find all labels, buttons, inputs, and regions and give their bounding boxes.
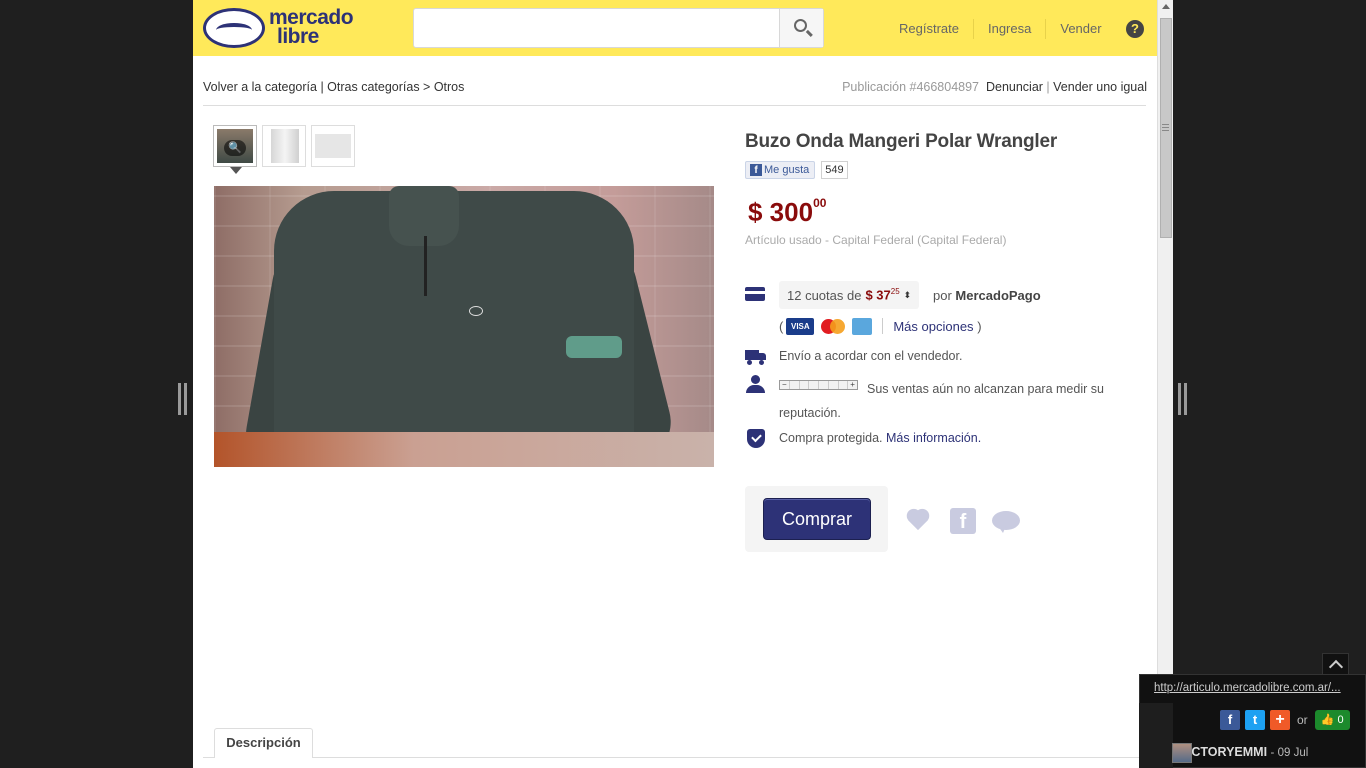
- or-label: or: [1297, 713, 1308, 727]
- search-box: [413, 8, 824, 48]
- credit-card-icon: [745, 287, 767, 305]
- seller-icon: [745, 375, 767, 393]
- publication-info: Publicación #466804897 Denunciar | Vende…: [842, 80, 1147, 94]
- right-panel-handle[interactable]: [1178, 383, 1188, 415]
- page-scrollbar[interactable]: [1157, 0, 1173, 768]
- user-avatar[interactable]: [1172, 743, 1192, 763]
- scrollbar-thumb[interactable]: [1160, 18, 1172, 238]
- por-label: por: [933, 288, 952, 303]
- share-buttons: f t + or 👍 0: [1220, 710, 1350, 730]
- visa-card-icon: VISA: [786, 317, 815, 335]
- facebook-like-button[interactable]: f Me gusta: [745, 161, 816, 179]
- more-info-link[interactable]: Más información.: [886, 431, 981, 445]
- price: $ 30000: [748, 196, 827, 228]
- shared-by-user: HECTORYEMMI - 09 Jul: [1174, 745, 1308, 759]
- breadcrumb-separator: |: [316, 80, 328, 94]
- favorite-heart-icon[interactable]: [908, 508, 936, 534]
- photo-zip: [424, 236, 427, 296]
- facebook-like-widget: f Me gusta 549: [745, 161, 848, 179]
- mastercard-icon: [819, 317, 848, 335]
- twitter-share-button[interactable]: t: [1245, 710, 1265, 730]
- price-cents: 00: [813, 196, 827, 211]
- item-condition-location: Artículo usado - Capital Federal (Capita…: [745, 233, 1007, 247]
- scroll-to-top-button[interactable]: [1322, 653, 1349, 675]
- tabs-divider: [203, 757, 1146, 758]
- like-count: 549: [821, 161, 848, 179]
- breadcrumb-separator: >: [419, 80, 434, 94]
- search-icon: [794, 19, 807, 32]
- login-link[interactable]: Ingresa: [974, 19, 1047, 39]
- search-button[interactable]: [779, 9, 823, 47]
- zoom-icon: 🔍: [224, 140, 246, 156]
- payment-provider: por MercadoPago: [933, 288, 1041, 303]
- installments-label: 12 cuotas de: [787, 287, 862, 303]
- logo-wordmark: mercado libre: [269, 7, 369, 48]
- buy-box: Comprar: [745, 486, 888, 552]
- gallery-thumbnail-1[interactable]: 🔍: [213, 125, 257, 174]
- left-panel-handle[interactable]: [178, 383, 188, 415]
- site-header: mercado libre Regístrate Ingresa Vender …: [193, 0, 1157, 56]
- seller-reputation-text: Sus ventas aún no alcanzan para medir su…: [779, 382, 1104, 420]
- back-to-category-link[interactable]: Volver a la categoría: [203, 80, 317, 94]
- register-link[interactable]: Regístrate: [885, 19, 974, 39]
- main-product-photo[interactable]: [214, 186, 714, 467]
- sort-arrows-icon: ⬍: [903, 289, 912, 300]
- facebook-icon: f: [750, 164, 762, 176]
- paren-open: (: [779, 318, 784, 334]
- photo-cuff: [566, 336, 622, 358]
- search-input[interactable]: [414, 9, 779, 47]
- truck-icon: [745, 348, 767, 366]
- product-title: Buzo Onda Mangeri Polar Wrangler: [745, 131, 1058, 152]
- shared-url-link[interactable]: http://articulo.mercadolibre.com.ar/...: [1154, 682, 1359, 694]
- buyer-protection: Compra protegida. Más información.: [779, 431, 981, 445]
- installments-selector[interactable]: 12 cuotas de $ 3725 ⬍: [779, 281, 920, 309]
- scroll-up-arrow-icon[interactable]: [1162, 4, 1170, 9]
- logo-line-2: libre: [277, 25, 319, 48]
- like-label: Me gusta: [764, 164, 810, 176]
- header-divider: [203, 105, 1146, 106]
- scrollbar-grip: [1162, 124, 1169, 125]
- paren-close: ): [977, 318, 982, 334]
- gallery-thumbnail-2[interactable]: [262, 125, 306, 167]
- category-otros-link[interactable]: Otros: [434, 80, 465, 94]
- report-link[interactable]: Denunciar: [986, 80, 1043, 94]
- installment-amount: $ 3725: [865, 287, 900, 303]
- mercadolibre-logo[interactable]: mercado libre: [203, 7, 369, 50]
- sell-same-link[interactable]: Vender uno igual: [1053, 80, 1147, 94]
- divider: [882, 318, 884, 334]
- more-payment-options-link[interactable]: Más opciones: [893, 319, 973, 334]
- photo-floor: [214, 432, 714, 467]
- publication-id: Publicación #466804897: [842, 80, 980, 94]
- like-counter-button[interactable]: 👍 0: [1314, 710, 1350, 730]
- shipping-info: Envío a acordar con el vendedor.: [779, 349, 963, 363]
- buy-button[interactable]: Comprar: [763, 498, 871, 540]
- product-page: mercado libre Regístrate Ingresa Vender …: [193, 0, 1157, 768]
- amex-card-icon: [852, 317, 873, 335]
- sell-link[interactable]: Vender: [1046, 19, 1115, 39]
- more-share-button[interactable]: +: [1270, 710, 1290, 730]
- help-icon[interactable]: ?: [1126, 20, 1144, 38]
- thumbnail-image: [315, 134, 351, 158]
- share-panel-sidebar: [1139, 703, 1173, 768]
- provider-name: MercadoPago: [955, 288, 1041, 303]
- like-counter: 0: [1337, 714, 1344, 726]
- breadcrumb: Volver a la categoría | Otras categorías…: [203, 80, 464, 94]
- price-amount: $ 300: [748, 197, 814, 227]
- shield-check-icon: [745, 429, 767, 448]
- publication-separator: |: [1042, 80, 1054, 94]
- facebook-share-icon[interactable]: f: [950, 508, 976, 534]
- photo-badge: [469, 306, 483, 316]
- thumbnail-image: [271, 129, 299, 163]
- handshake-icon: [203, 8, 265, 48]
- question-chat-icon[interactable]: [992, 508, 1020, 534]
- gallery-thumbnail-3[interactable]: [311, 125, 355, 167]
- other-categories-link[interactable]: Otras categorías: [327, 80, 419, 94]
- share-date: - 09 Jul: [1270, 747, 1309, 759]
- accepted-cards: ( VISA Más opciones ): [779, 317, 982, 335]
- facebook-share-button[interactable]: f: [1220, 710, 1240, 730]
- top-nav: Regístrate Ingresa Vender: [885, 19, 1116, 39]
- tab-description[interactable]: Descripción: [214, 728, 313, 758]
- protection-text: Compra protegida.: [779, 431, 883, 445]
